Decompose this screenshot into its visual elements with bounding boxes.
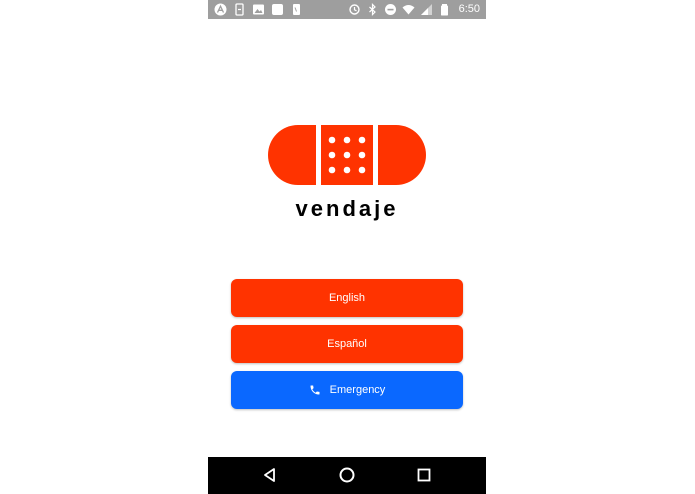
- espanol-button[interactable]: Español: [231, 325, 463, 363]
- android-icon: [214, 3, 227, 16]
- phone-sync-icon: [235, 3, 244, 16]
- emergency-button[interactable]: Emergency: [231, 371, 463, 409]
- app-screen: 6:50 vendaje English Español Emergency: [208, 0, 486, 494]
- app-icon: [272, 4, 283, 15]
- back-icon[interactable]: [261, 466, 279, 484]
- phone-icon: [310, 385, 320, 395]
- vendaje-logo: [268, 125, 426, 185]
- status-time: 6:50: [458, 3, 480, 15]
- signal-icon: [420, 4, 432, 15]
- image-icon: [253, 4, 264, 15]
- emergency-button-label: Emergency: [329, 384, 386, 396]
- brand-name: vendaje: [295, 196, 399, 221]
- espanol-button-label: Español: [327, 338, 367, 350]
- notification-icons: [214, 3, 303, 16]
- navigation-bar: [208, 457, 486, 494]
- phone-icon: [293, 4, 300, 15]
- recents-icon[interactable]: [415, 466, 433, 484]
- system-icons: 6:50: [348, 3, 480, 16]
- english-button[interactable]: English: [231, 279, 463, 317]
- do-not-disturb-icon: [384, 4, 396, 15]
- sync-icon: [348, 4, 360, 15]
- bluetooth-icon: [368, 3, 376, 16]
- english-button-label: English: [328, 292, 366, 304]
- wifi-icon: [402, 5, 415, 15]
- status-bar: 6:50: [208, 0, 486, 19]
- battery-icon: [440, 4, 448, 16]
- home-icon[interactable]: [338, 466, 356, 484]
